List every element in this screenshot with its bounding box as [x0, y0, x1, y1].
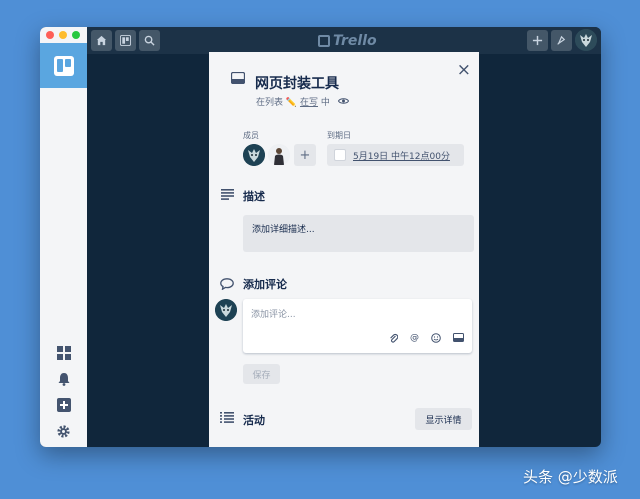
boards-button-icon[interactable]: [115, 30, 136, 51]
top-bar: Trello: [87, 27, 601, 54]
comment-placeholder: 添加评论...: [251, 310, 296, 320]
brand-name: Trello: [333, 33, 377, 49]
close-window-button[interactable]: [46, 31, 54, 39]
show-details-button[interactable]: 显示详情: [415, 408, 472, 430]
list-suffix: 中: [320, 98, 330, 108]
members-label: 成员: [243, 131, 259, 140]
sidebar: [40, 27, 87, 447]
member-avatar-2[interactable]: [268, 144, 290, 166]
card-icon: [230, 69, 246, 88]
app-window: Trello 网页封装工具 在列表 ✏️ 在写 中 × 成员 + 到期日 5月1…: [40, 27, 601, 447]
description-title: 描述: [243, 190, 265, 203]
notification-icon[interactable]: [551, 30, 572, 51]
trello-logo-icon: [53, 55, 74, 76]
add-icon[interactable]: [527, 30, 548, 51]
list-prefix: 在列表: [256, 98, 284, 108]
card-title[interactable]: 网页封装工具: [255, 73, 339, 93]
comment-input[interactable]: 添加评论... @: [243, 299, 472, 353]
brand-logo[interactable]: Trello: [318, 33, 377, 49]
attachment-icon[interactable]: [389, 333, 399, 346]
member-avatar-1[interactable]: [243, 144, 265, 166]
home-icon[interactable]: [91, 30, 112, 51]
plus-icon: +: [299, 147, 311, 163]
close-icon[interactable]: ×: [457, 60, 471, 80]
sidebar-bottom-icons: [40, 345, 87, 439]
activity-title: 活动: [243, 414, 265, 427]
mention-icon[interactable]: @: [410, 333, 419, 346]
activity-icon: [220, 412, 234, 427]
card-detail-modal: 网页封装工具 在列表 ✏️ 在写 中 × 成员 + 到期日 5月19日 中午12…: [209, 52, 479, 447]
due-date-label: 到期日: [327, 131, 351, 140]
user-avatar[interactable]: [575, 29, 597, 51]
save-comment-button[interactable]: 保存: [243, 364, 280, 384]
card-embed-icon[interactable]: [453, 333, 464, 346]
plus-square-icon[interactable]: [56, 397, 72, 413]
pencil-icon: ✏️: [285, 98, 298, 108]
boards-grid-icon[interactable]: [56, 345, 72, 361]
comment-title: 添加评论: [243, 278, 287, 291]
due-complete-checkbox[interactable]: [334, 149, 346, 161]
bell-icon[interactable]: [56, 371, 72, 387]
minimize-window-button[interactable]: [59, 31, 67, 39]
description-icon: [221, 189, 234, 204]
watch-eye-icon[interactable]: [337, 98, 349, 108]
comment-icon: [220, 278, 234, 294]
maximize-window-button[interactable]: [72, 31, 80, 39]
list-name-link[interactable]: 在写: [300, 98, 318, 108]
due-date-value: 5月19日 中午12点00分: [353, 151, 450, 162]
search-icon[interactable]: [139, 30, 160, 51]
gear-icon[interactable]: [56, 423, 72, 439]
emoji-icon[interactable]: [431, 333, 441, 346]
window-controls: [46, 31, 80, 39]
trello-app-tile[interactable]: [40, 43, 87, 88]
commenter-avatar: [215, 299, 237, 321]
trello-mark-icon: [318, 35, 330, 47]
comment-toolbar: @: [389, 333, 464, 346]
add-member-button[interactable]: +: [294, 144, 316, 166]
watermark-text: 头条 @少数派: [523, 468, 618, 486]
card-list-info: 在列表 ✏️ 在写 中: [256, 95, 349, 108]
due-date-button[interactable]: 5月19日 中午12点00分: [327, 144, 464, 166]
description-input[interactable]: 添加详细描述...: [243, 215, 474, 252]
